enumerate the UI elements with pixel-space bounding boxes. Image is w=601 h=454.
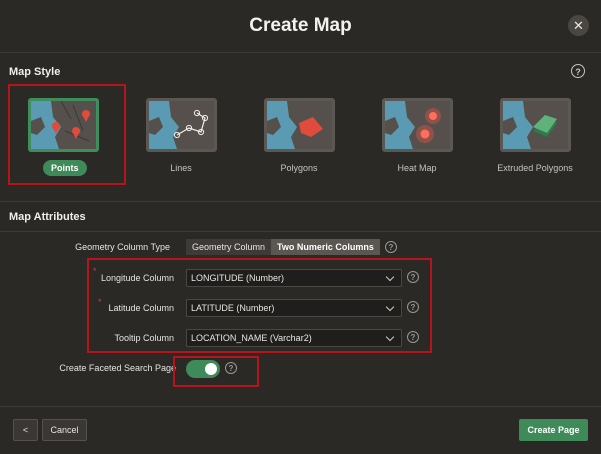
divider — [0, 52, 601, 53]
latitude-label: Latitude Column — [108, 303, 174, 313]
map-style-heading: Map Style — [9, 66, 61, 78]
tooltip-value: LOCATION_NAME (Varchar2) — [191, 333, 312, 343]
faceted-search-toggle[interactable] — [186, 360, 220, 378]
help-icon[interactable]: ? — [407, 301, 419, 313]
help-icon[interactable]: ? — [385, 241, 397, 253]
latitude-value: LATITUDE (Number) — [191, 303, 275, 313]
cancel-button[interactable]: Cancel — [42, 419, 87, 441]
longitude-value: LONGITUDE (Number) — [191, 273, 285, 283]
help-icon[interactable]: ? — [407, 271, 419, 283]
map-style-lines[interactable] — [146, 98, 217, 152]
geometry-type-segmented: Geometry Column Two Numeric Columns — [186, 239, 380, 255]
latitude-select[interactable]: LATITUDE (Number) — [186, 299, 402, 317]
map-style-label-heat-map[interactable]: Heat Map — [367, 163, 467, 173]
map-style-points[interactable] — [28, 98, 99, 152]
map-style-polygons[interactable] — [264, 98, 335, 152]
divider — [0, 406, 601, 407]
back-button[interactable]: < — [13, 419, 38, 441]
map-style-label-polygons[interactable]: Polygons — [249, 163, 349, 173]
create-page-button[interactable]: Create Page — [519, 419, 588, 441]
help-icon[interactable]: ? — [407, 331, 419, 343]
map-style-heat-map[interactable] — [382, 98, 453, 152]
toggle-knob — [205, 363, 217, 375]
map-style-label-extruded-polygons[interactable]: Extruded Polygons — [485, 163, 585, 173]
close-icon[interactable]: ✕ — [568, 15, 589, 36]
help-icon[interactable]: ? — [225, 362, 237, 374]
map-style-label-points[interactable]: Points — [43, 160, 87, 176]
divider — [0, 201, 601, 202]
tooltip-select[interactable]: LOCATION_NAME (Varchar2) — [186, 329, 402, 347]
map-attributes-heading: Map Attributes — [9, 211, 86, 223]
longitude-select[interactable]: LONGITUDE (Number) — [186, 269, 402, 287]
divider — [0, 231, 601, 232]
chevron-down-icon — [385, 302, 395, 312]
segment-geometry-column[interactable]: Geometry Column — [186, 239, 272, 255]
help-icon[interactable]: ? — [571, 64, 585, 78]
longitude-label: Longitude Column — [100, 273, 174, 283]
map-style-label-lines[interactable]: Lines — [131, 163, 231, 173]
segment-two-numeric-columns[interactable]: Two Numeric Columns — [271, 239, 380, 255]
dialog-title: Create Map — [249, 15, 352, 36]
chevron-down-icon — [385, 332, 395, 342]
map-style-extruded-polygons[interactable] — [500, 98, 571, 152]
geometry-type-label: Geometry Column Type — [75, 242, 170, 252]
faceted-search-label: Create Faceted Search Page — [59, 363, 176, 373]
chevron-down-icon — [385, 272, 395, 282]
tooltip-label: Tooltip Column — [114, 333, 174, 343]
